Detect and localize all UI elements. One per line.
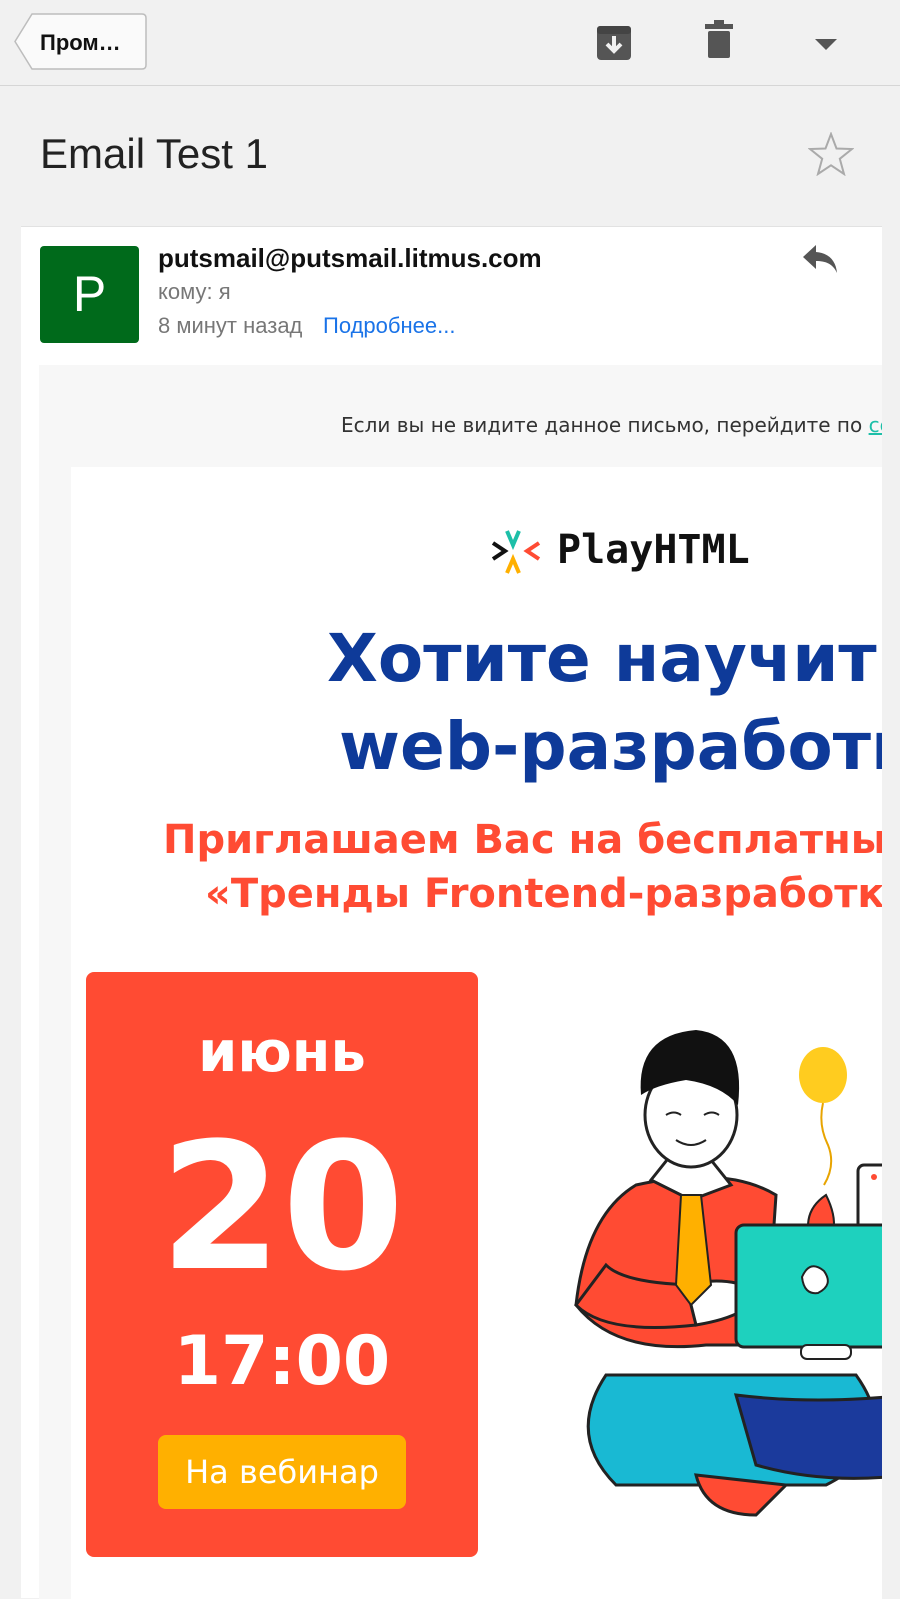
archive-icon[interactable] (596, 20, 632, 67)
back-button[interactable]: Пром… (14, 13, 148, 70)
preheader-text: Если вы не видите данное письмо, перейди… (341, 413, 869, 437)
back-button-label: Пром… (40, 30, 121, 55)
headline-line-2: web-разработке (339, 708, 882, 785)
email-body: Если вы не видите данное письмо, перейди… (39, 365, 882, 1599)
trash-icon[interactable] (705, 20, 733, 65)
details-link[interactable]: Подробнее... (323, 313, 455, 339)
event-time: 17:00 (173, 1322, 391, 1401)
sender-address: putsmail@putsmail.litmus.com (158, 243, 542, 273)
star-icon[interactable] (807, 131, 855, 181)
reply-icon[interactable] (801, 243, 839, 280)
toolbar: Пром… (0, 0, 900, 86)
message-time: 8 минут назад (158, 313, 303, 338)
developer-illustration (506, 1015, 882, 1580)
headline-line-1: Хотите научитьс (327, 620, 882, 697)
avatar: P (40, 246, 139, 343)
dropdown-icon[interactable] (815, 38, 837, 56)
subject-row: Email Test 1 (0, 86, 900, 224)
message-card: P putsmail@putsmail.litmus.com кому: я 8… (21, 226, 882, 1599)
preheader-link[interactable]: ссыл (869, 413, 882, 437)
headline: Хотите научитьс web-разработке (327, 615, 882, 791)
playhtml-logo-icon (491, 529, 541, 584)
recipient-label: кому: я (158, 279, 231, 304)
event-month: июнь (198, 1020, 366, 1085)
webinar-button[interactable]: На вебинар (158, 1435, 406, 1509)
subheadline: Приглашаем Вас на бесплатный «Тренды Fro… (163, 813, 882, 921)
subheadline-line-1: Приглашаем Вас на бесплатный (163, 817, 882, 863)
email-content: PlayHTML Хотите научитьс web-разработке … (71, 467, 882, 1599)
event-day: 20 (159, 1105, 405, 1310)
subheadline-line-2: «Тренды Frontend-разработки (205, 871, 882, 917)
logo-text: PlayHTML (557, 527, 750, 573)
preheader: Если вы не видите данное письмо, перейди… (341, 413, 882, 437)
email-subject: Email Test 1 (40, 130, 268, 177)
date-card: июнь 20 17:00 На вебинар (86, 972, 478, 1557)
